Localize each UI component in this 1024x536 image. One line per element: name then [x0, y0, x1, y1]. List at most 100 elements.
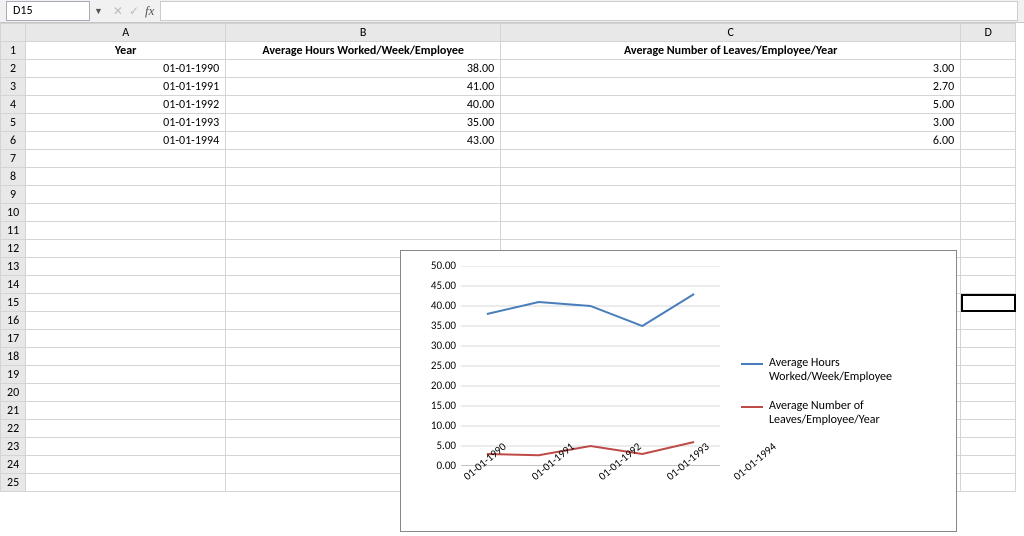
cell-D24[interactable]	[961, 456, 1016, 474]
row-header-23[interactable]: 23	[1, 438, 26, 456]
row-header-24[interactable]: 24	[1, 456, 26, 474]
cancel-icon[interactable]: ✕	[113, 4, 123, 19]
row-header-1[interactable]: 1	[1, 42, 26, 60]
cell-C10[interactable]	[501, 204, 961, 222]
cell-B6[interactable]: 43.00	[226, 132, 501, 150]
cell-A20[interactable]	[26, 384, 226, 402]
row-header-17[interactable]: 17	[1, 330, 26, 348]
row-header-22[interactable]: 22	[1, 420, 26, 438]
cell-B3[interactable]: 41.00	[226, 78, 501, 96]
row-header-2[interactable]: 2	[1, 60, 26, 78]
cell-D19[interactable]	[961, 366, 1016, 384]
cell-C6[interactable]: 6.00	[501, 132, 961, 150]
cell-D3[interactable]	[961, 78, 1016, 96]
cell-C2[interactable]: 3.00	[501, 60, 961, 78]
cell-D22[interactable]	[961, 420, 1016, 438]
col-header-C[interactable]: C	[501, 24, 961, 42]
cell-D17[interactable]	[961, 330, 1016, 348]
cell-D7[interactable]	[961, 150, 1016, 168]
row-header-7[interactable]: 7	[1, 150, 26, 168]
cell-A3[interactable]: 01-01-1991	[26, 78, 226, 96]
cell-D23[interactable]	[961, 438, 1016, 456]
cell-A16[interactable]	[26, 312, 226, 330]
row-header-19[interactable]: 19	[1, 366, 26, 384]
cell-C1[interactable]: Average Number of Leaves/Employee/Year	[501, 42, 961, 60]
row-header-15[interactable]: 15	[1, 294, 26, 312]
col-header-D[interactable]: D	[961, 24, 1016, 42]
row-header-14[interactable]: 14	[1, 276, 26, 294]
name-box-dropdown-icon[interactable]: ▼	[94, 6, 103, 17]
cell-A1[interactable]: Year	[26, 42, 226, 60]
cell-D4[interactable]	[961, 96, 1016, 114]
cell-A15[interactable]	[26, 294, 226, 312]
cell-A17[interactable]	[26, 330, 226, 348]
name-box[interactable]: D15	[6, 1, 90, 21]
cell-A18[interactable]	[26, 348, 226, 366]
cell-B8[interactable]	[226, 168, 501, 186]
cell-A5[interactable]: 01-01-1993	[26, 114, 226, 132]
cell-A22[interactable]	[26, 420, 226, 438]
cell-A25[interactable]	[26, 474, 226, 492]
cell-B5[interactable]: 35.00	[226, 114, 501, 132]
row-header-25[interactable]: 25	[1, 474, 26, 492]
cell-D18[interactable]	[961, 348, 1016, 366]
cell-C9[interactable]	[501, 186, 961, 204]
cell-D16[interactable]	[961, 312, 1016, 330]
cell-D21[interactable]	[961, 402, 1016, 420]
cell-D12[interactable]	[961, 240, 1016, 258]
cell-A21[interactable]	[26, 402, 226, 420]
cell-A6[interactable]: 01-01-1994	[26, 132, 226, 150]
cell-D15[interactable]	[961, 294, 1016, 312]
cell-D1[interactable]	[961, 42, 1016, 60]
cell-C7[interactable]	[501, 150, 961, 168]
cell-D11[interactable]	[961, 222, 1016, 240]
formula-input[interactable]	[160, 1, 1018, 21]
cell-A4[interactable]: 01-01-1992	[26, 96, 226, 114]
row-header-11[interactable]: 11	[1, 222, 26, 240]
cell-B10[interactable]	[226, 204, 501, 222]
cell-C4[interactable]: 5.00	[501, 96, 961, 114]
cell-D14[interactable]	[961, 276, 1016, 294]
cell-A14[interactable]	[26, 276, 226, 294]
row-header-10[interactable]: 10	[1, 204, 26, 222]
row-header-6[interactable]: 6	[1, 132, 26, 150]
row-header-8[interactable]: 8	[1, 168, 26, 186]
cell-B7[interactable]	[226, 150, 501, 168]
cell-C3[interactable]: 2.70	[501, 78, 961, 96]
cell-C5[interactable]: 3.00	[501, 114, 961, 132]
row-header-3[interactable]: 3	[1, 78, 26, 96]
row-header-16[interactable]: 16	[1, 312, 26, 330]
cell-C8[interactable]	[501, 168, 961, 186]
col-header-A[interactable]: A	[26, 24, 226, 42]
row-header-12[interactable]: 12	[1, 240, 26, 258]
cell-B4[interactable]: 40.00	[226, 96, 501, 114]
cell-D9[interactable]	[961, 186, 1016, 204]
cell-A2[interactable]: 01-01-1990	[26, 60, 226, 78]
row-header-9[interactable]: 9	[1, 186, 26, 204]
cell-A23[interactable]	[26, 438, 226, 456]
cell-B11[interactable]	[226, 222, 501, 240]
cell-D10[interactable]	[961, 204, 1016, 222]
row-header-5[interactable]: 5	[1, 114, 26, 132]
cell-C11[interactable]	[501, 222, 961, 240]
cell-A9[interactable]	[26, 186, 226, 204]
cell-A7[interactable]	[26, 150, 226, 168]
cell-A10[interactable]	[26, 204, 226, 222]
enter-icon[interactable]: ✓	[129, 4, 139, 19]
cell-B9[interactable]	[226, 186, 501, 204]
cell-A12[interactable]	[26, 240, 226, 258]
cell-A11[interactable]	[26, 222, 226, 240]
col-header-corner[interactable]	[1, 24, 26, 42]
chart-container[interactable]: 0.005.0010.0015.0020.0025.0030.0035.0040…	[400, 250, 957, 532]
cell-D5[interactable]	[961, 114, 1016, 132]
cell-A19[interactable]	[26, 366, 226, 384]
row-header-4[interactable]: 4	[1, 96, 26, 114]
row-header-18[interactable]: 18	[1, 348, 26, 366]
cell-B2[interactable]: 38.00	[226, 60, 501, 78]
cell-A24[interactable]	[26, 456, 226, 474]
cell-D6[interactable]	[961, 132, 1016, 150]
cell-A13[interactable]	[26, 258, 226, 276]
cell-A8[interactable]	[26, 168, 226, 186]
cell-D2[interactable]	[961, 60, 1016, 78]
cell-D20[interactable]	[961, 384, 1016, 402]
